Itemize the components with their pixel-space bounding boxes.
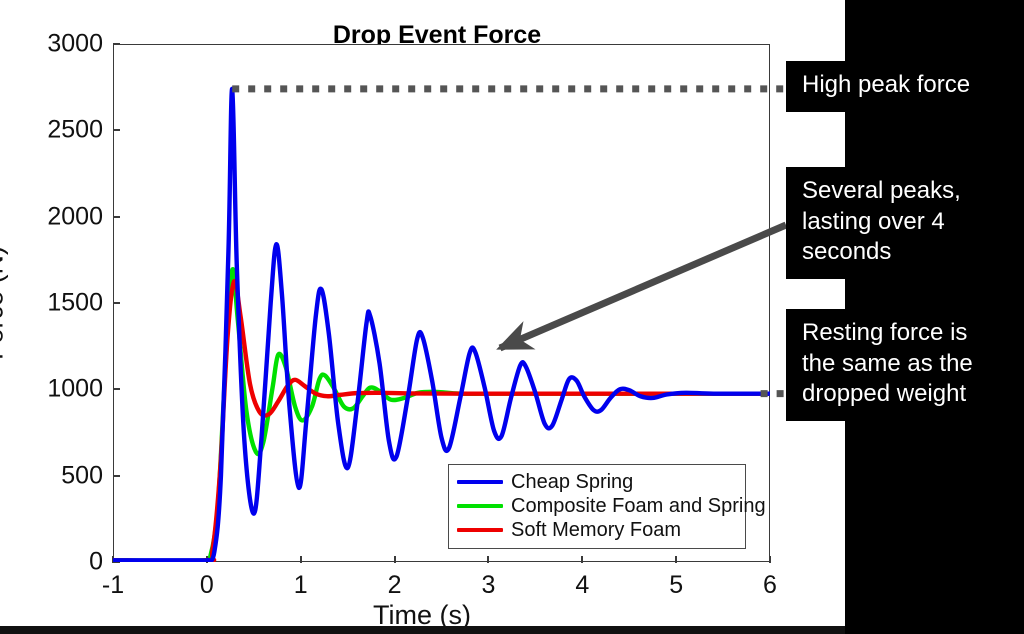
legend-item[interactable]: Cheap Spring — [457, 470, 737, 494]
x-tickmark — [299, 556, 302, 563]
legend-color-swatch — [457, 528, 503, 532]
x-tickmark — [769, 556, 771, 563]
bottom-border — [0, 626, 845, 634]
y-tickmark — [113, 215, 120, 218]
screenshot-root: Drop Event Force 0 500 1000 1500 2000 2500 300… — [0, 0, 1024, 634]
legend-item[interactable]: Composite Foam and Spring — [457, 494, 766, 518]
x-tick-label: -1 — [101, 571, 125, 599]
x-tick-label: 3 — [481, 571, 496, 599]
callout-high-peak-force: High peak force — [786, 61, 1024, 112]
y-tick-label: 500 — [61, 461, 103, 490]
y-tickmark — [113, 302, 120, 304]
legend-item-label: Soft Memory Foam — [511, 519, 682, 541]
y-tick-label: 1500 — [47, 288, 103, 317]
y-tickmark — [113, 43, 120, 45]
x-tick-label: 1 — [293, 571, 308, 599]
y-tick-label: 3000 — [47, 29, 103, 58]
x-tickmark — [487, 556, 490, 563]
x-tickmark — [393, 556, 396, 563]
x-tick-label: 0 — [199, 571, 214, 599]
callout-several-peaks: Several peaks, lasting over 4 seconds — [786, 167, 1024, 280]
x-tickmark — [675, 556, 678, 563]
chart-canvas: Drop Event Force 0 500 1000 1500 2000 2500 300… — [0, 0, 845, 630]
x-tick-label: 6 — [763, 571, 777, 599]
x-tick-label: 2 — [387, 571, 402, 599]
y-tickmark — [113, 474, 120, 477]
legend: Cheap Spring Composite Foam and Spring Sof… — [448, 464, 766, 549]
x-tickmark — [205, 556, 208, 563]
legend-item-label: Cheap Spring — [511, 471, 634, 493]
y-axis-label: Force (N) — [0, 246, 9, 360]
legend-item-label: Composite Foam and Spring — [511, 495, 766, 517]
x-tick-label: 4 — [575, 571, 590, 599]
y-tick-label: 2000 — [47, 202, 103, 231]
x-tickmark — [112, 556, 114, 563]
legend-item[interactable]: Soft Memory Foam — [457, 518, 737, 542]
y-tick-label: 2500 — [47, 115, 103, 144]
legend-color-swatch — [457, 480, 503, 484]
x-tickmark — [581, 556, 584, 563]
legend-color-swatch — [457, 504, 503, 508]
y-tickmark — [113, 129, 120, 132]
x-tick-label: 5 — [669, 571, 684, 599]
callout-resting-force: Resting force is the same as the dropped… — [786, 309, 1024, 422]
y-tick-label: 1000 — [47, 374, 103, 403]
y-tickmark — [113, 388, 120, 391]
y-tickmark — [113, 561, 120, 563]
